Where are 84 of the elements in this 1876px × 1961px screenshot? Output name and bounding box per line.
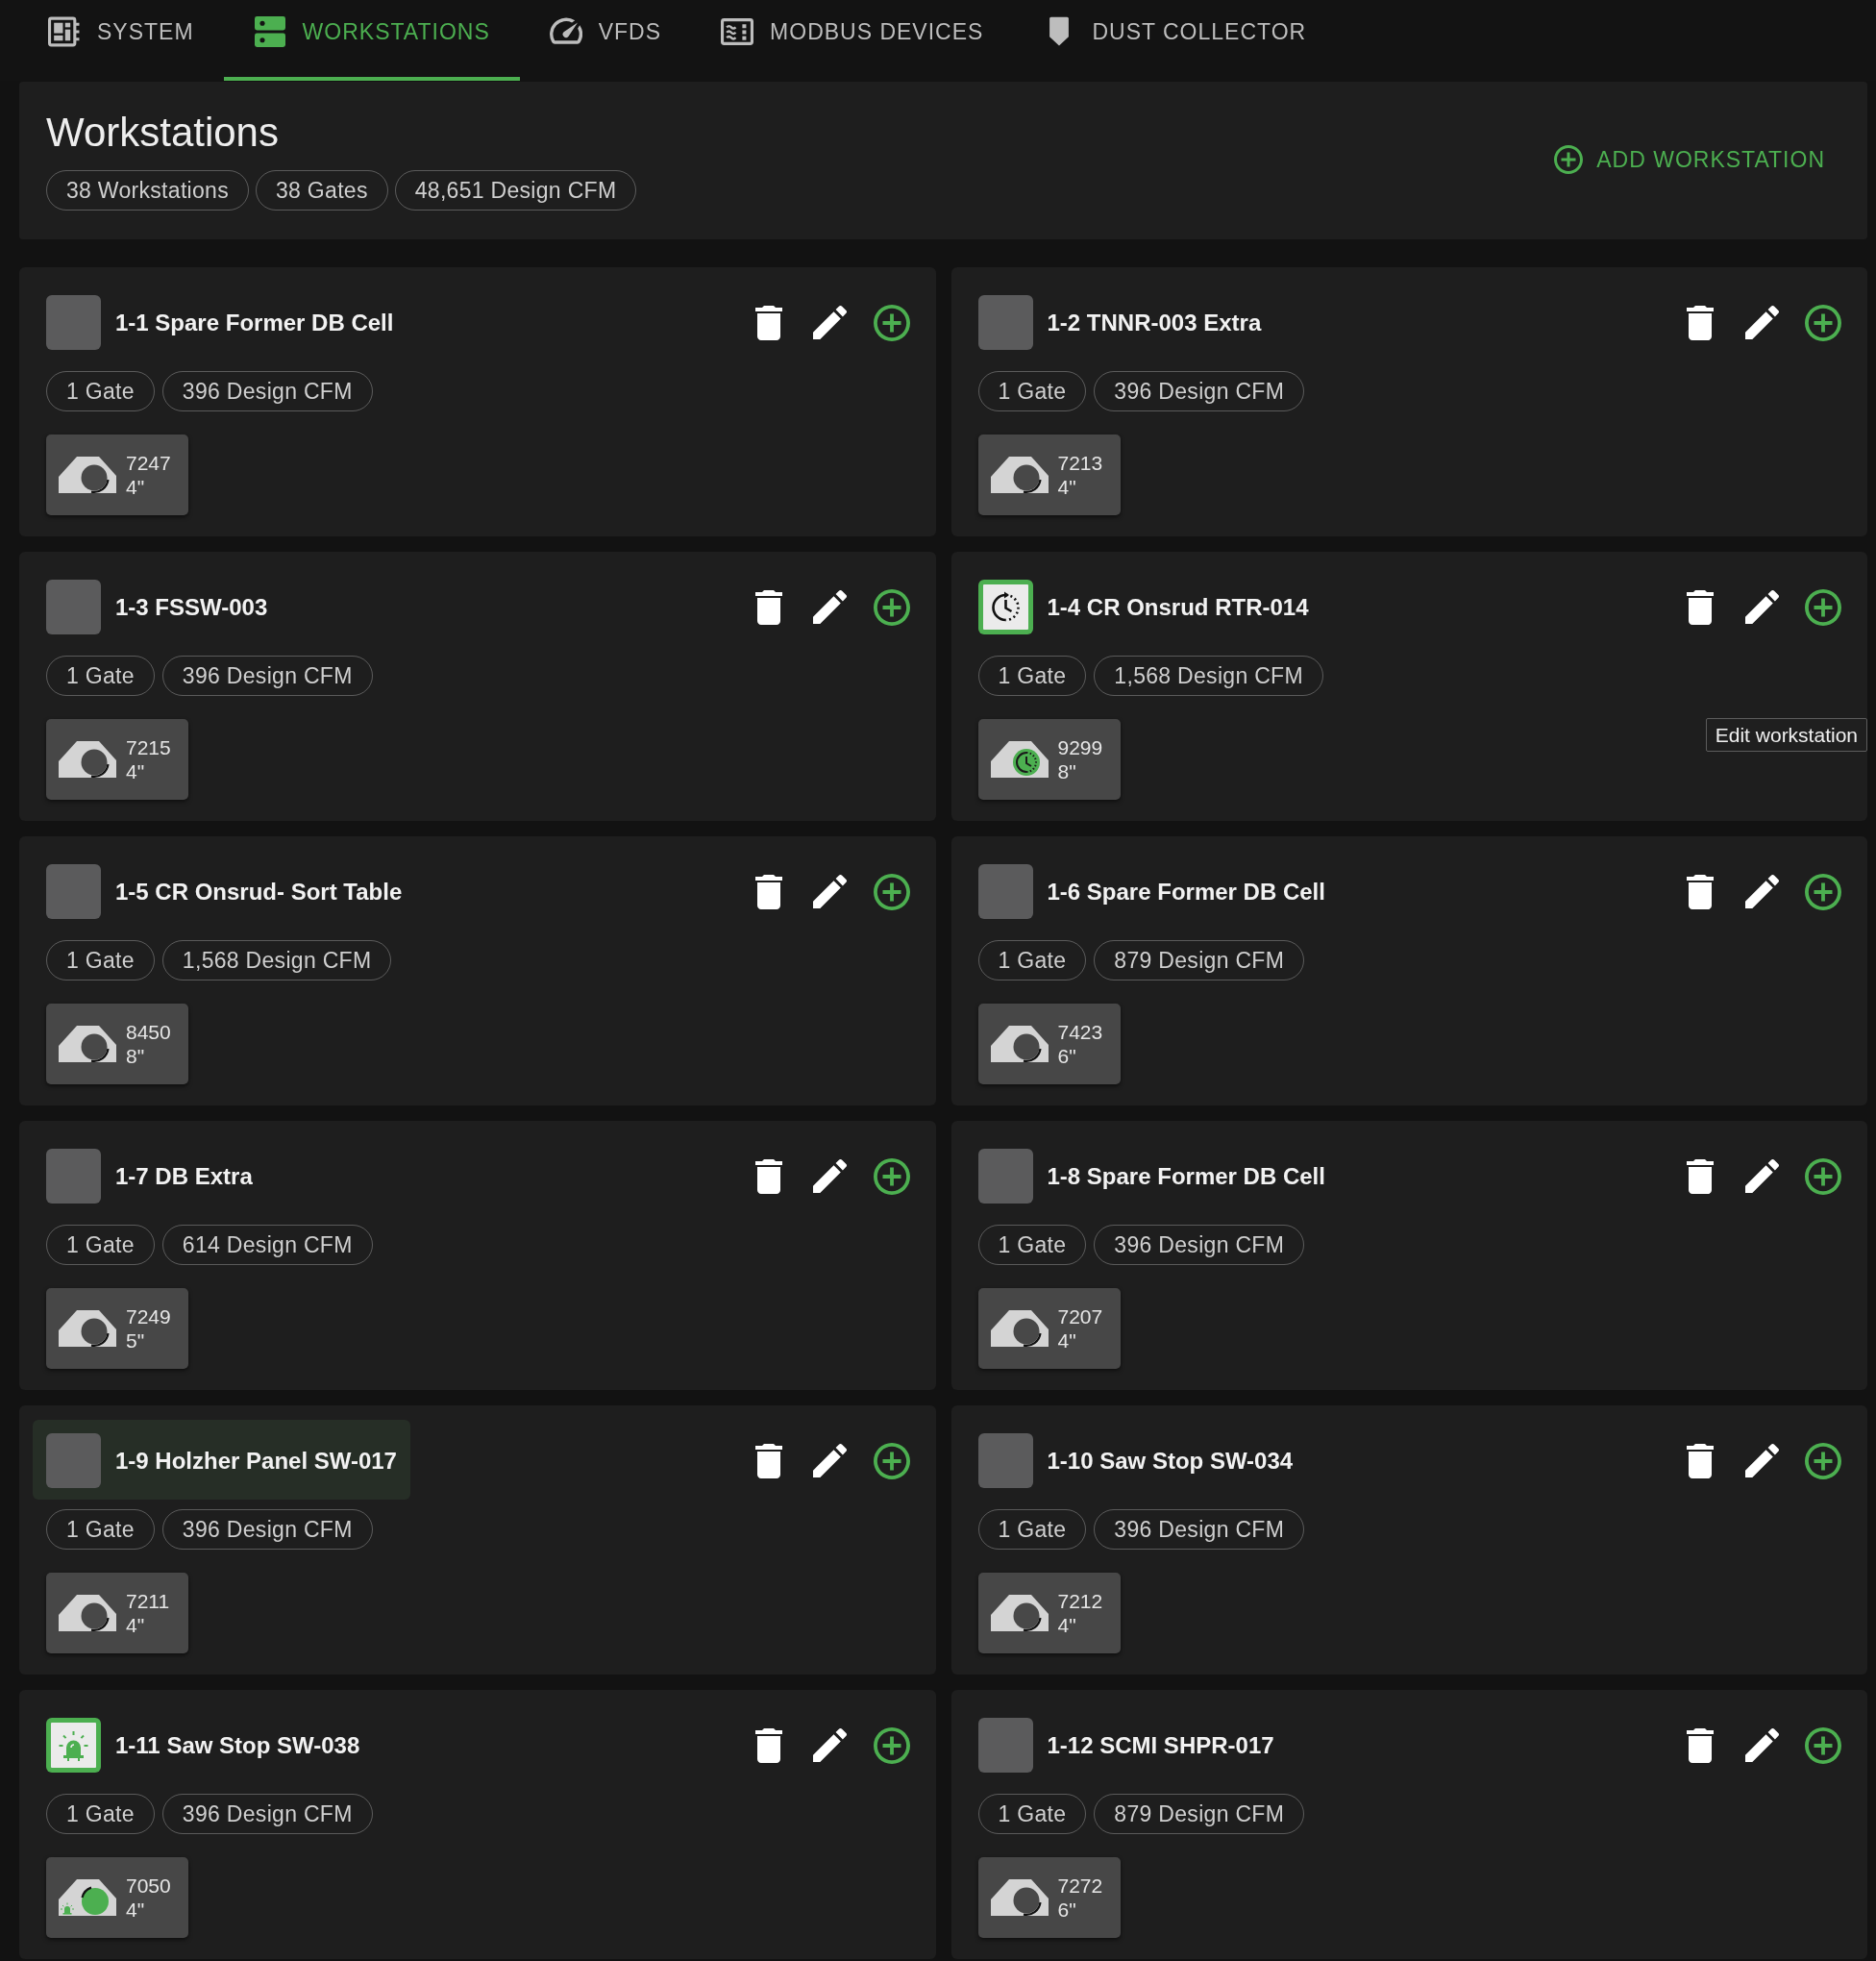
gate-number: 7213 [1057, 451, 1103, 475]
gate-tile[interactable]: 7272 6" [977, 1857, 1121, 1938]
add-workstation-button[interactable]: ADD WORKSTATION [1539, 135, 1840, 185]
trash-icon [754, 305, 782, 340]
gate-tile[interactable]: 7213 4" [977, 434, 1121, 515]
gate-size: 4" [126, 1898, 146, 1922]
gate-size: 4" [126, 475, 146, 499]
gate-size: 4" [1057, 1613, 1077, 1637]
nav-tab[interactable]: MODBUS DEVICES [691, 0, 1014, 81]
tooltip: Edit workstation [1705, 718, 1867, 752]
workstation-title: 1-5 CR Onsrud- Sort Table [115, 877, 403, 906]
trash-icon [1687, 305, 1714, 340]
workstation-title: 1-8 Spare Former DB Cell [1047, 1161, 1325, 1191]
workstation-title: 1-3 FSSW-003 [115, 592, 268, 622]
gate-size: 6" [1057, 1898, 1077, 1922]
pencil-icon [813, 306, 847, 339]
circuit-board-icon [48, 16, 81, 47]
pencil-icon [813, 590, 847, 624]
workstation-title: 1-6 Spare Former DB Cell [1047, 877, 1325, 906]
gate-tile[interactable]: 7050 4" [46, 1857, 188, 1938]
gate-number: 9299 [1057, 735, 1103, 759]
nav-tab[interactable]: VFDS [519, 0, 692, 81]
trash-icon [754, 1443, 782, 1478]
gate-size: 4" [126, 759, 146, 783]
pencil-icon [1744, 306, 1779, 339]
workstation-title: 1-2 TNNR-003 Extra [1047, 308, 1262, 337]
gate-tile[interactable]: 7211 4" [46, 1573, 188, 1653]
trash-icon [754, 589, 782, 625]
gate-size: 8" [1057, 759, 1077, 783]
gate-number: 7423 [1057, 1020, 1103, 1044]
trash-icon [754, 874, 782, 909]
gate-number: 7211 [126, 1589, 170, 1613]
trash-icon [1687, 1158, 1714, 1194]
pencil-icon [1744, 1728, 1779, 1762]
trash-icon [1687, 874, 1714, 909]
trash-icon [1687, 1443, 1714, 1478]
pencil-icon [813, 1728, 847, 1762]
gate-tile[interactable]: 7212 4" [977, 1573, 1121, 1653]
pencil-icon [1744, 590, 1779, 624]
pencil-icon [813, 1159, 847, 1193]
gate-size: 4" [1057, 1328, 1077, 1353]
pencil-icon [813, 875, 847, 908]
workstation-title: 1-4 CR Onsrud RTR-014 [1047, 592, 1309, 622]
workstation-title: 1-7 DB Extra [115, 1161, 253, 1191]
workstation-title: 1-1 Spare Former DB Cell [115, 308, 394, 337]
workstation-title: 1-9 Holzher Panel SW-017 [115, 1446, 397, 1476]
gate-size: 4" [1057, 475, 1077, 499]
trash-icon [1687, 1727, 1714, 1763]
pencil-icon [1744, 1159, 1779, 1193]
trash-icon [754, 1158, 782, 1194]
server-icon [253, 16, 286, 47]
gate-number: 7212 [1057, 1589, 1103, 1613]
gate-number: 7050 [126, 1874, 171, 1898]
gate-number: 7215 [126, 735, 171, 759]
gate-number: 7249 [126, 1304, 171, 1328]
trash-icon [1687, 589, 1714, 625]
pencil-icon [813, 1444, 847, 1477]
gate-size: 4" [126, 1613, 146, 1637]
page-title: Workstations [46, 109, 280, 157]
workstation-title: 1-10 Saw Stop SW-034 [1047, 1446, 1294, 1476]
title-highlight[interactable]: 1-9 Holzher Panel SW-017 [33, 1420, 410, 1500]
gate-tile[interactable]: 8450 8" [46, 1004, 188, 1084]
gate-number: 7247 [126, 451, 171, 475]
gate-tile[interactable]: 7423 6" [977, 1004, 1121, 1084]
gate-number: 8450 [126, 1020, 171, 1044]
gate-size: 8" [126, 1044, 146, 1068]
pencil-icon [1744, 875, 1779, 908]
workstation-title: 1-12 SCMI SHPR-017 [1047, 1730, 1274, 1760]
gate-size: 6" [1057, 1044, 1077, 1068]
gate-size: 5" [126, 1328, 146, 1353]
nav-tab[interactable]: SYSTEM [15, 0, 224, 81]
gauge-icon [549, 16, 582, 47]
gate-tile[interactable]: 7249 5" [46, 1288, 188, 1369]
gate-number: 7207 [1057, 1304, 1103, 1328]
gate-number: 7272 [1057, 1874, 1103, 1898]
gate-tile[interactable]: 7247 4" [46, 434, 188, 515]
pencil-icon [1744, 1444, 1779, 1477]
nav-tab[interactable]: DUST COLLECTOR [1013, 0, 1337, 81]
workstation-title: 1-11 Saw Stop SW-038 [115, 1730, 360, 1760]
trash-icon [754, 1727, 782, 1763]
gate-tile[interactable]: 7207 4" [977, 1288, 1121, 1369]
gate-tile[interactable]: 9299 8" [977, 719, 1121, 800]
gate-tile[interactable]: 7215 4" [46, 719, 188, 800]
wave-panel-icon [721, 16, 754, 47]
